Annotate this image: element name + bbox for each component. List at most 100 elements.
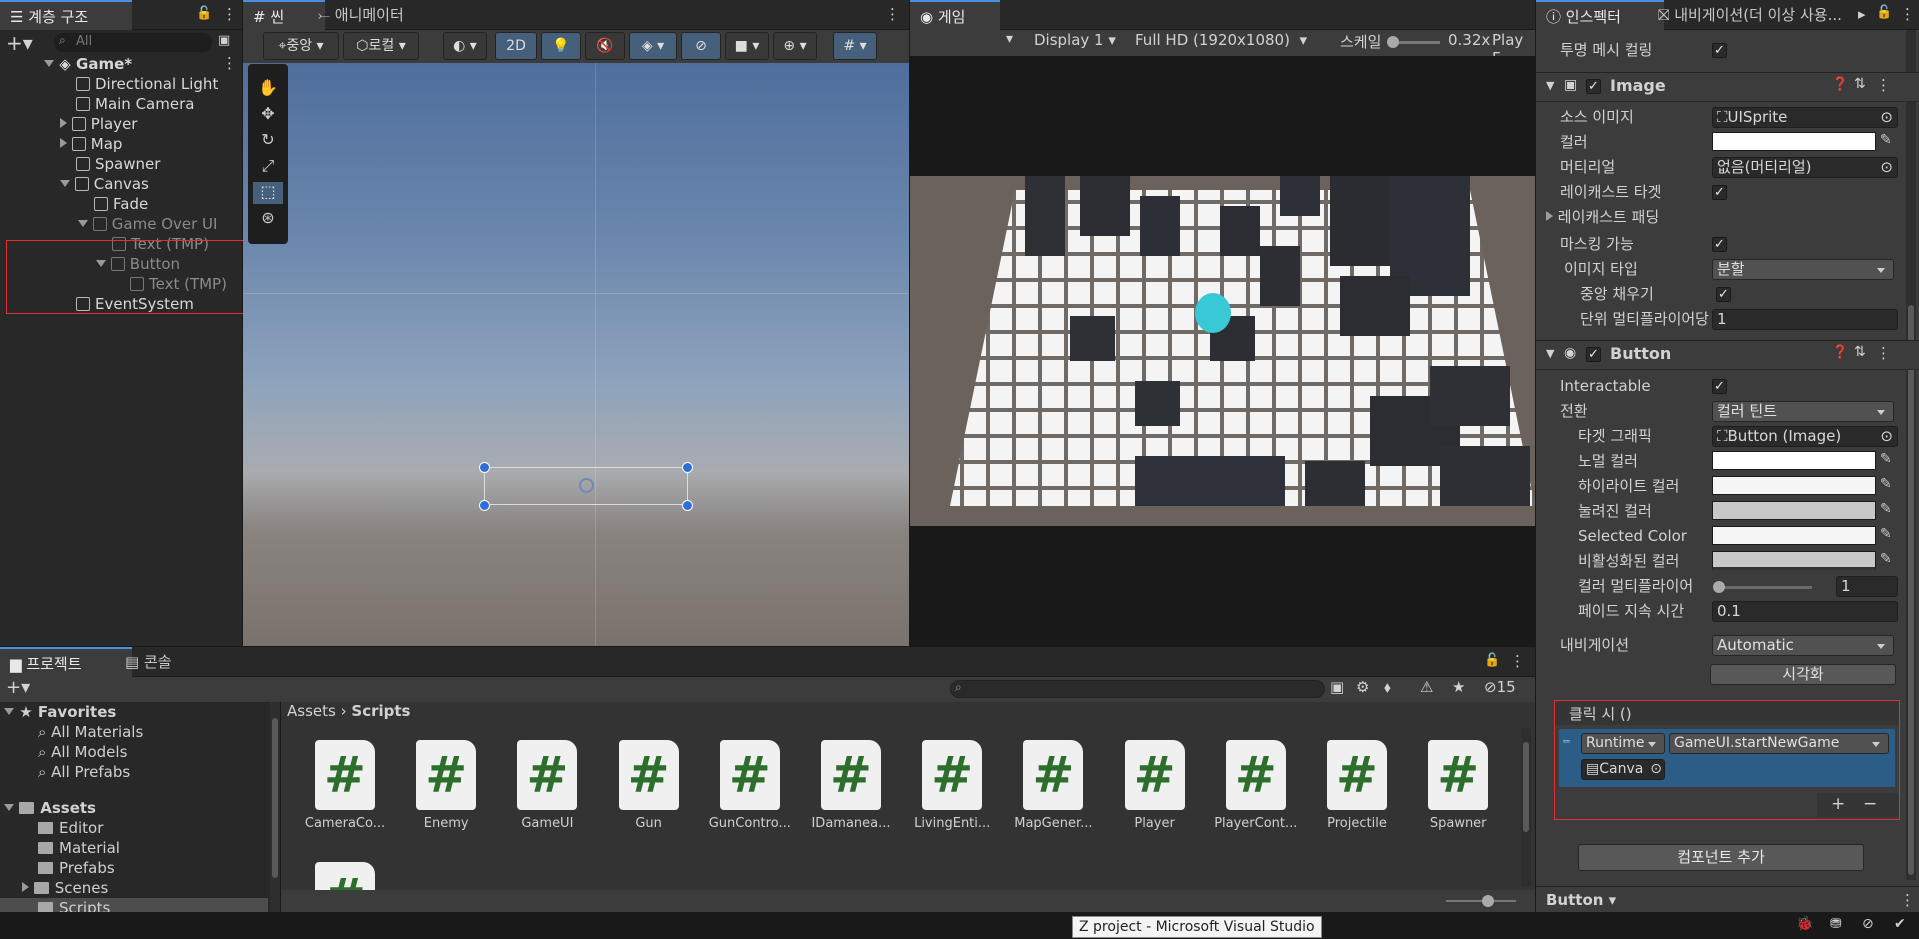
- script-asset[interactable]: # Enemy: [401, 740, 491, 831]
- script-asset[interactable]: # PlayerCont...: [1211, 740, 1301, 831]
- more-icon[interactable]: ⋮: [1876, 76, 1891, 94]
- button-enabled-checkbox[interactable]: ✓: [1586, 347, 1601, 362]
- expand-icon[interactable]: [60, 118, 67, 128]
- object-picker-icon[interactable]: ⊙: [1880, 427, 1893, 446]
- favorite-icon[interactable]: ★: [1452, 678, 1465, 696]
- eyedropper-icon[interactable]: ✎: [1880, 551, 1892, 567]
- resolution-dropdown[interactable]: Full HD (1920x1080) ▾: [1135, 31, 1307, 49]
- cull-transparent-checkbox[interactable]: ✓: [1712, 43, 1727, 58]
- remove-listener-button[interactable]: −: [1863, 794, 1877, 814]
- transform-tool-icon[interactable]: ⊛: [253, 208, 283, 230]
- eyedropper-icon[interactable]: ✎: [1880, 526, 1892, 542]
- scrollbar-thumb[interactable]: [272, 718, 278, 878]
- hierarchy-item-main-camera[interactable]: Main Camera: [76, 94, 194, 114]
- eyedropper-icon[interactable]: ✎: [1880, 501, 1892, 517]
- hand-tool-icon[interactable]: ✋: [253, 78, 283, 100]
- gizmos-dropdown[interactable]: ⊕ ▾: [773, 32, 817, 60]
- folder-prefabs[interactable]: Prefabs: [38, 858, 115, 878]
- hierarchy-search-input[interactable]: ⌕ All: [54, 33, 212, 52]
- expand-icon[interactable]: [44, 60, 54, 67]
- more-icon[interactable]: ⋮: [1876, 344, 1891, 362]
- slider-handle[interactable]: [1713, 581, 1725, 593]
- hierarchy-item-directional-light[interactable]: Directional Light: [76, 74, 218, 94]
- breadcrumb-scripts[interactable]: Scripts: [351, 702, 410, 720]
- script-asset[interactable]: # LivingEnti...: [907, 740, 997, 831]
- eyedropper-icon[interactable]: ✎: [1880, 132, 1892, 148]
- more-icon[interactable]: ⋮: [222, 5, 237, 23]
- breadcrumb-assets[interactable]: Assets: [287, 702, 336, 720]
- object-picker-icon[interactable]: ⊙: [1650, 760, 1662, 779]
- runtime-dropdown[interactable]: Runtime: [1581, 733, 1665, 754]
- add-component-button[interactable]: 컴포넌트 추가: [1578, 844, 1864, 871]
- hierarchy-item-spawner[interactable]: Spawner: [76, 154, 160, 174]
- tab-inspector[interactable]: ⓘ 인스펙터: [1536, 0, 1664, 32]
- more-icon[interactable]: ⋮: [1900, 891, 1915, 909]
- tab-overflow-icon[interactable]: ▸: [1858, 5, 1866, 23]
- fav-item[interactable]: ⌕ All Prefabs: [38, 762, 130, 782]
- script-asset[interactable]: # Player: [1110, 740, 1200, 831]
- shading-dropdown[interactable]: ◐ ▾: [443, 32, 487, 60]
- function-dropdown[interactable]: GameUI.startNewGame: [1669, 733, 1889, 754]
- transition-dropdown[interactable]: 컬러 틴트: [1712, 401, 1894, 422]
- script-asset[interactable]: # GunContro...: [705, 740, 795, 831]
- create-button[interactable]: +▾: [6, 677, 30, 698]
- add-button[interactable]: +▾: [6, 31, 33, 55]
- navigation-dropdown[interactable]: Automatic: [1712, 635, 1894, 656]
- collapse-icon[interactable]: [78, 220, 88, 227]
- sidebar-scrollbar[interactable]: [270, 702, 280, 912]
- pivot-handle[interactable]: [579, 478, 594, 493]
- hidden-packages-icon[interactable]: ⊘15: [1484, 678, 1516, 696]
- image-enabled-checkbox[interactable]: ✓: [1586, 79, 1601, 94]
- pressed-color-swatch[interactable]: [1712, 501, 1876, 520]
- image-color-swatch[interactable]: [1712, 132, 1876, 151]
- pivot-dropdown[interactable]: ⌖중앙 ▾: [263, 32, 339, 60]
- check-icon[interactable]: ✔: [1894, 916, 1906, 932]
- hierarchy-item-canvas[interactable]: Canvas: [60, 174, 149, 194]
- move-tool-icon[interactable]: ✥: [253, 104, 283, 126]
- game-viewport[interactable]: [910, 56, 1535, 646]
- preset-icon[interactable]: ⇅: [1854, 344, 1866, 360]
- filter-type-icon[interactable]: ⚙: [1356, 678, 1369, 696]
- target-object-field[interactable]: ▤Canva ⊙: [1581, 759, 1665, 780]
- tab-animator[interactable]: ⤚ 애니메이터: [308, 0, 414, 30]
- interactable-checkbox[interactable]: ✓: [1712, 379, 1727, 394]
- rect-handle[interactable]: [682, 462, 693, 473]
- script-asset[interactable]: # CameraCo...: [300, 740, 390, 831]
- color-multiplier-field[interactable]: 1: [1836, 576, 1898, 597]
- material-field[interactable]: 없음(머티리얼) ⊙: [1712, 157, 1898, 178]
- preset-icon[interactable]: ⇅: [1854, 76, 1866, 92]
- raycast-padding-foldout[interactable]: 레이캐스트 패딩: [1546, 205, 1659, 229]
- search-options-icon[interactable]: ▣: [218, 33, 230, 48]
- search-by-type-icon[interactable]: ▣: [1330, 678, 1344, 696]
- visualize-button[interactable]: 시각화: [1710, 664, 1896, 685]
- fav-item[interactable]: ⌕ All Models: [38, 742, 127, 762]
- project-search-input[interactable]: ⌕: [950, 680, 1325, 698]
- lock-icon[interactable]: 🔓: [1876, 5, 1892, 20]
- normal-color-swatch[interactable]: [1712, 451, 1876, 470]
- script-asset[interactable]: # Gun: [604, 740, 694, 831]
- onclick-listener[interactable]: ═ Runtime GameUI.startNewGame ▤Canva ⊙: [1559, 729, 1895, 787]
- rect-handle[interactable]: [479, 462, 490, 473]
- inspector-scrollbar[interactable]: [1906, 30, 1916, 880]
- network-off-icon[interactable]: ⊘: [1862, 916, 1874, 932]
- scene-visibility-toggle[interactable]: ⊘: [681, 32, 721, 60]
- raycast-target-checkbox[interactable]: ✓: [1712, 185, 1727, 200]
- slider-handle[interactable]: [1482, 895, 1494, 907]
- color-multiplier-slider[interactable]: [1713, 581, 1812, 593]
- eyedropper-icon[interactable]: ✎: [1880, 476, 1892, 492]
- fill-center-checkbox[interactable]: ✓: [1716, 287, 1731, 302]
- expand-icon[interactable]: [60, 138, 67, 148]
- fav-item[interactable]: ⌕ All Materials: [38, 722, 143, 742]
- object-picker-icon[interactable]: ⊙: [1880, 158, 1893, 177]
- display-dropdown[interactable]: Display 1 ▾: [1034, 31, 1116, 49]
- maskable-checkbox[interactable]: ✓: [1712, 237, 1727, 252]
- help-icon[interactable]: ❓: [1832, 77, 1848, 92]
- camera-dropdown[interactable]: ■ ▾: [725, 32, 769, 60]
- selected-color-swatch[interactable]: [1712, 526, 1876, 545]
- warning-icon[interactable]: ⚠: [1420, 678, 1433, 696]
- image-component-header[interactable]: ▼ ▣ ✓ Image ❓ ⇅ ⋮: [1536, 72, 1919, 102]
- tab-game[interactable]: ◉ 게임: [910, 0, 1000, 32]
- disabled-color-swatch[interactable]: [1712, 551, 1876, 570]
- debug-icon[interactable]: 🐞: [1796, 916, 1813, 932]
- target-graphic-field[interactable]: ⛶Button (Image) ⊙: [1712, 426, 1898, 447]
